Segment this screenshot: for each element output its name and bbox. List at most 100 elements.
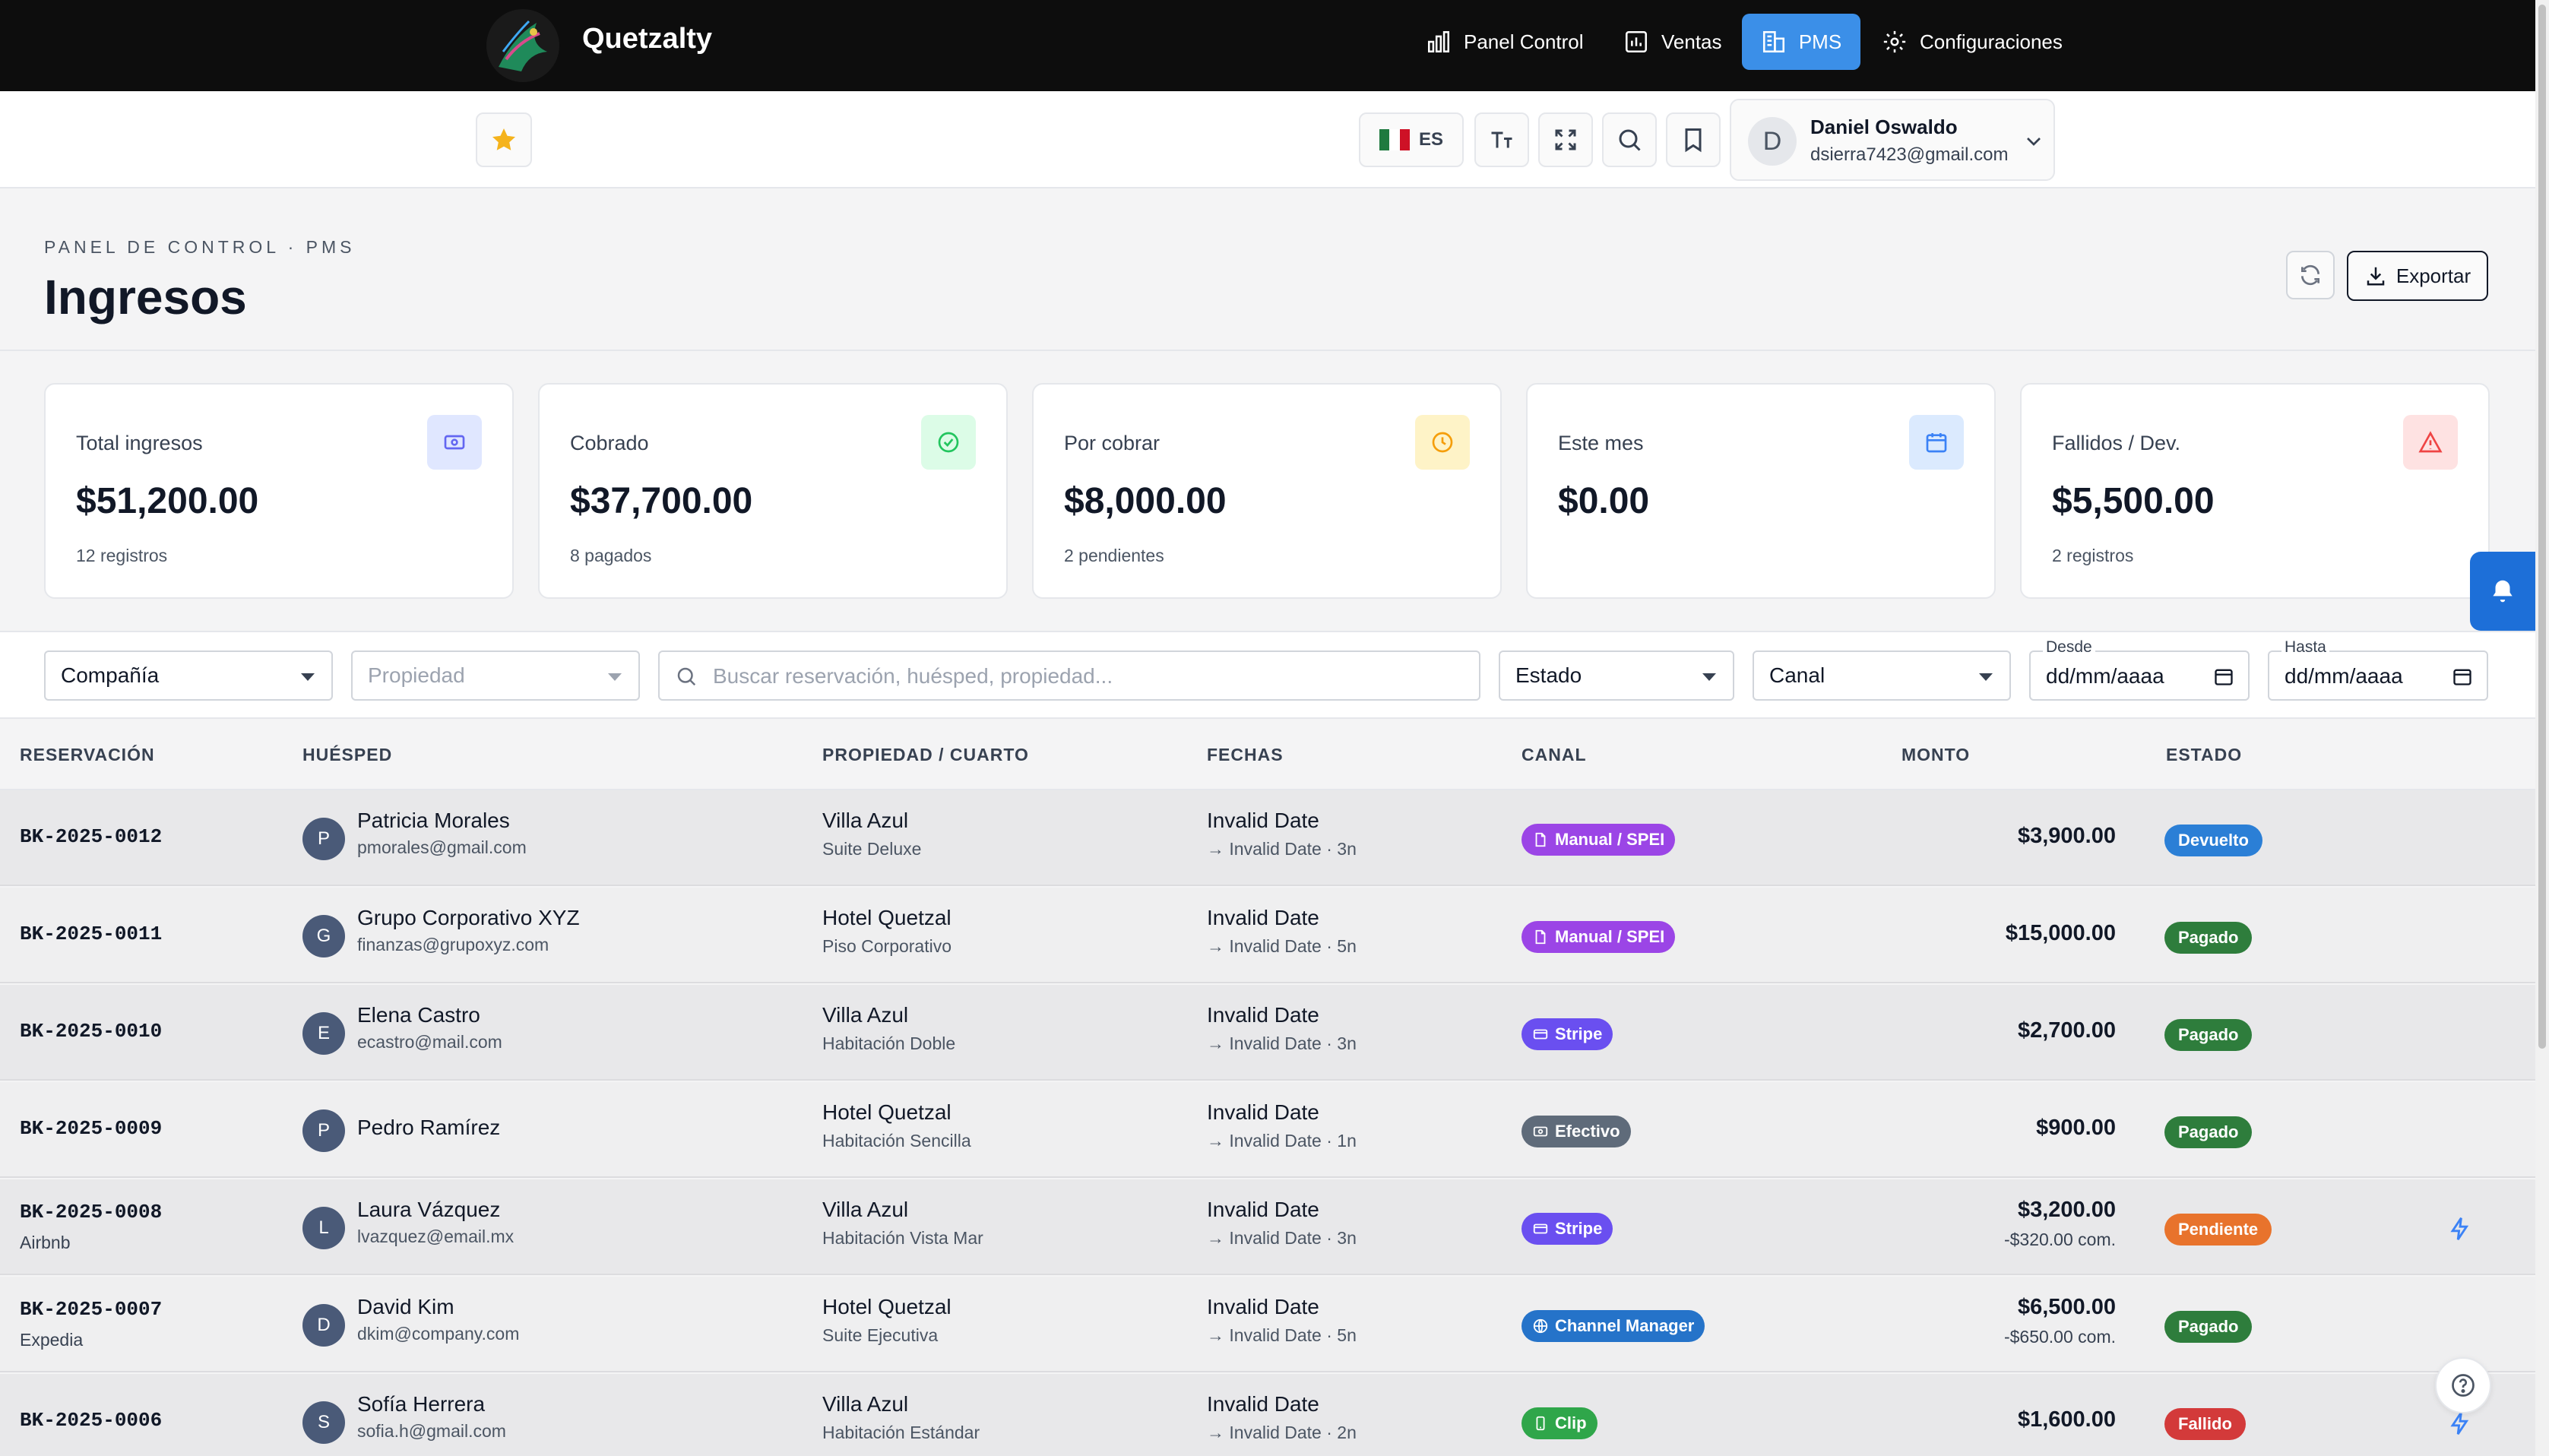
stat-value: $0.00 bbox=[1558, 481, 1650, 521]
column-header-monto[interactable]: MONTO bbox=[1901, 745, 1970, 765]
checkout-date: → Invalid Date · 3n bbox=[1207, 1033, 1357, 1053]
calendar-icon[interactable] bbox=[2452, 666, 2473, 687]
text-size-icon bbox=[1491, 131, 1512, 148]
stat-label: Fallidos / Dev. bbox=[2052, 432, 2181, 454]
stat-value: $8,000.00 bbox=[1064, 481, 1227, 521]
property-select[interactable]: Propiedad bbox=[351, 650, 640, 701]
column-header-reservacion[interactable]: RESERVACIÓN bbox=[20, 745, 155, 765]
table-row[interactable]: BK-2025-0006 S Sofía Herrera sofia.h@gmail.… bbox=[0, 1374, 2535, 1456]
brand-name[interactable]: Quetzalty bbox=[582, 23, 712, 55]
table-row[interactable]: BK-2025-0009 P Pedro Ramírez Hotel Quetzal H… bbox=[0, 1082, 2535, 1178]
channel-badge: Clip bbox=[1521, 1407, 1597, 1439]
checkout-date: → Invalid Date · 5n bbox=[1207, 1325, 1357, 1345]
breadcrumb: PANEL DE CONTROL · PMS bbox=[44, 237, 356, 257]
nav-configuraciones[interactable]: Configuraciones bbox=[1870, 14, 2075, 70]
amount: $15,000.00 bbox=[2005, 921, 2116, 945]
user-email: dsierra7423@gmail.com bbox=[1810, 144, 2009, 165]
reservation-id[interactable]: BK-2025-0006 bbox=[20, 1409, 162, 1432]
calendar-icon[interactable] bbox=[2213, 666, 2234, 687]
nav-panel-control[interactable]: Panel Control bbox=[1414, 14, 1596, 70]
reservation-id[interactable]: BK-2025-0012 bbox=[20, 825, 162, 848]
nav-pms[interactable]: PMS bbox=[1742, 14, 1860, 70]
stat-value: $5,500.00 bbox=[2052, 481, 2215, 521]
notifications-button[interactable] bbox=[2470, 552, 2535, 631]
scrollbar-thumb[interactable] bbox=[2538, 5, 2546, 1049]
reservation-id[interactable]: BK-2025-0008 bbox=[20, 1201, 162, 1223]
lightning-icon[interactable] bbox=[2447, 1410, 2473, 1436]
search-input[interactable] bbox=[713, 660, 1465, 693]
refresh-button[interactable] bbox=[2286, 251, 2335, 299]
stat-card-total: Total ingresos $51,200.00 12 registros bbox=[44, 383, 514, 599]
company-select-value: Compañía bbox=[61, 663, 160, 687]
column-header-estado[interactable]: ESTADO bbox=[2166, 745, 2242, 765]
nav-configuraciones-label: Configuraciones bbox=[1920, 30, 2063, 53]
table-row[interactable]: BK-2025-0007 Expedia D David Kim dkim@compan… bbox=[0, 1277, 2535, 1372]
text-size-button[interactable] bbox=[1474, 112, 1529, 167]
reservation-source: Airbnb bbox=[20, 1233, 71, 1252]
column-header-propiedad[interactable]: PROPIEDAD / CUARTO bbox=[822, 745, 1029, 765]
channel-label: Manual / SPEI bbox=[1555, 830, 1665, 849]
status-select[interactable]: Estado bbox=[1499, 650, 1734, 701]
column-header-canal[interactable]: CANAL bbox=[1521, 745, 1587, 765]
search-field[interactable] bbox=[658, 650, 1480, 701]
reservation-id[interactable]: BK-2025-0007 bbox=[20, 1298, 162, 1321]
column-header-huesped[interactable]: HUÉSPED bbox=[302, 745, 392, 765]
page-header: PANEL DE CONTROL · PMS Ingresos Exportar bbox=[0, 190, 2535, 351]
reservation-id[interactable]: BK-2025-0009 bbox=[20, 1117, 162, 1140]
guest-avatar: D bbox=[302, 1304, 345, 1347]
stat-card-por-cobrar: Por cobrar $8,000.00 2 pendientes bbox=[1032, 383, 1502, 599]
lightning-icon[interactable] bbox=[2447, 1216, 2473, 1242]
checkin-date: Invalid Date bbox=[1207, 809, 1319, 832]
channel-select-value: Canal bbox=[1769, 663, 1825, 687]
phone-icon bbox=[1532, 1415, 1549, 1432]
guest-avatar: P bbox=[302, 818, 345, 860]
channel-label: Manual / SPEI bbox=[1555, 927, 1665, 946]
amount: $3,900.00 bbox=[2017, 824, 2116, 848]
bookmark-button[interactable] bbox=[1666, 112, 1721, 167]
reservation-source: Expedia bbox=[20, 1330, 84, 1350]
export-button[interactable]: Exportar bbox=[2347, 251, 2488, 301]
search-button[interactable] bbox=[1602, 112, 1657, 167]
favorite-button[interactable] bbox=[476, 112, 532, 167]
status-badge: Pagado bbox=[2164, 1116, 2253, 1148]
stat-icon-box bbox=[1415, 415, 1470, 470]
stat-card-este-mes: Este mes $0.00 bbox=[1526, 383, 1996, 599]
commission: -$320.00 com. bbox=[2003, 1230, 2116, 1249]
expand-icon bbox=[1555, 129, 1576, 150]
quetzal-logo-icon[interactable] bbox=[483, 6, 562, 85]
language-button[interactable]: ES bbox=[1359, 112, 1464, 167]
guest-name: Pedro Ramírez bbox=[357, 1116, 501, 1139]
amount: $2,700.00 bbox=[2017, 1018, 2116, 1043]
room-name: Habitación Doble bbox=[822, 1033, 956, 1053]
channel-badge: Stripe bbox=[1521, 1018, 1613, 1050]
guest-email: lvazquez@email.mx bbox=[357, 1227, 515, 1246]
stat-icon-box bbox=[921, 415, 976, 470]
clock-icon bbox=[1432, 432, 1453, 453]
property-name: Villa Azul bbox=[822, 1392, 909, 1416]
stat-sub: 2 registros bbox=[2052, 546, 2134, 565]
property-select-value: Propiedad bbox=[368, 663, 465, 687]
table-row[interactable]: BK-2025-0011 G Grupo Corporativo XYZ finanz… bbox=[0, 888, 2535, 983]
column-header-fechas[interactable]: FECHAS bbox=[1207, 745, 1284, 765]
caret-down-icon bbox=[1702, 673, 1716, 681]
user-menu[interactable]: D Daniel Oswaldo dsierra7423@gmail.com bbox=[1730, 99, 2055, 181]
reservation-id[interactable]: BK-2025-0011 bbox=[20, 923, 162, 945]
table-row[interactable]: BK-2025-0008 Airbnb L Laura Vázquez lvazquez… bbox=[0, 1179, 2535, 1275]
commission: -$650.00 com. bbox=[2003, 1327, 2116, 1347]
date-to-input[interactable]: Hasta dd/mm/aaaa bbox=[2268, 638, 2488, 701]
channel-badge: Efectivo bbox=[1521, 1116, 1631, 1147]
table-row[interactable]: BK-2025-0010 E Elena Castro ecastro@mail.co… bbox=[0, 985, 2535, 1081]
reservation-id[interactable]: BK-2025-0010 bbox=[20, 1020, 162, 1043]
status-badge: Pagado bbox=[2164, 922, 2253, 954]
table-row[interactable]: BK-2025-0012 P Patricia Morales pmorales@gm… bbox=[0, 790, 2535, 886]
fullscreen-button[interactable] bbox=[1538, 112, 1593, 167]
stat-sub: 8 pagados bbox=[570, 546, 652, 565]
stat-label: Cobrado bbox=[570, 432, 649, 454]
help-button[interactable] bbox=[2435, 1357, 2491, 1413]
channel-select[interactable]: Canal bbox=[1753, 650, 2011, 701]
date-from-input[interactable]: Desde dd/mm/aaaa bbox=[2029, 638, 2250, 701]
status-badge: Pagado bbox=[2164, 1019, 2253, 1051]
property-name: Villa Azul bbox=[822, 1003, 909, 1027]
company-select[interactable]: Compañía bbox=[44, 650, 333, 701]
nav-ventas[interactable]: Ventas bbox=[1611, 14, 1734, 70]
